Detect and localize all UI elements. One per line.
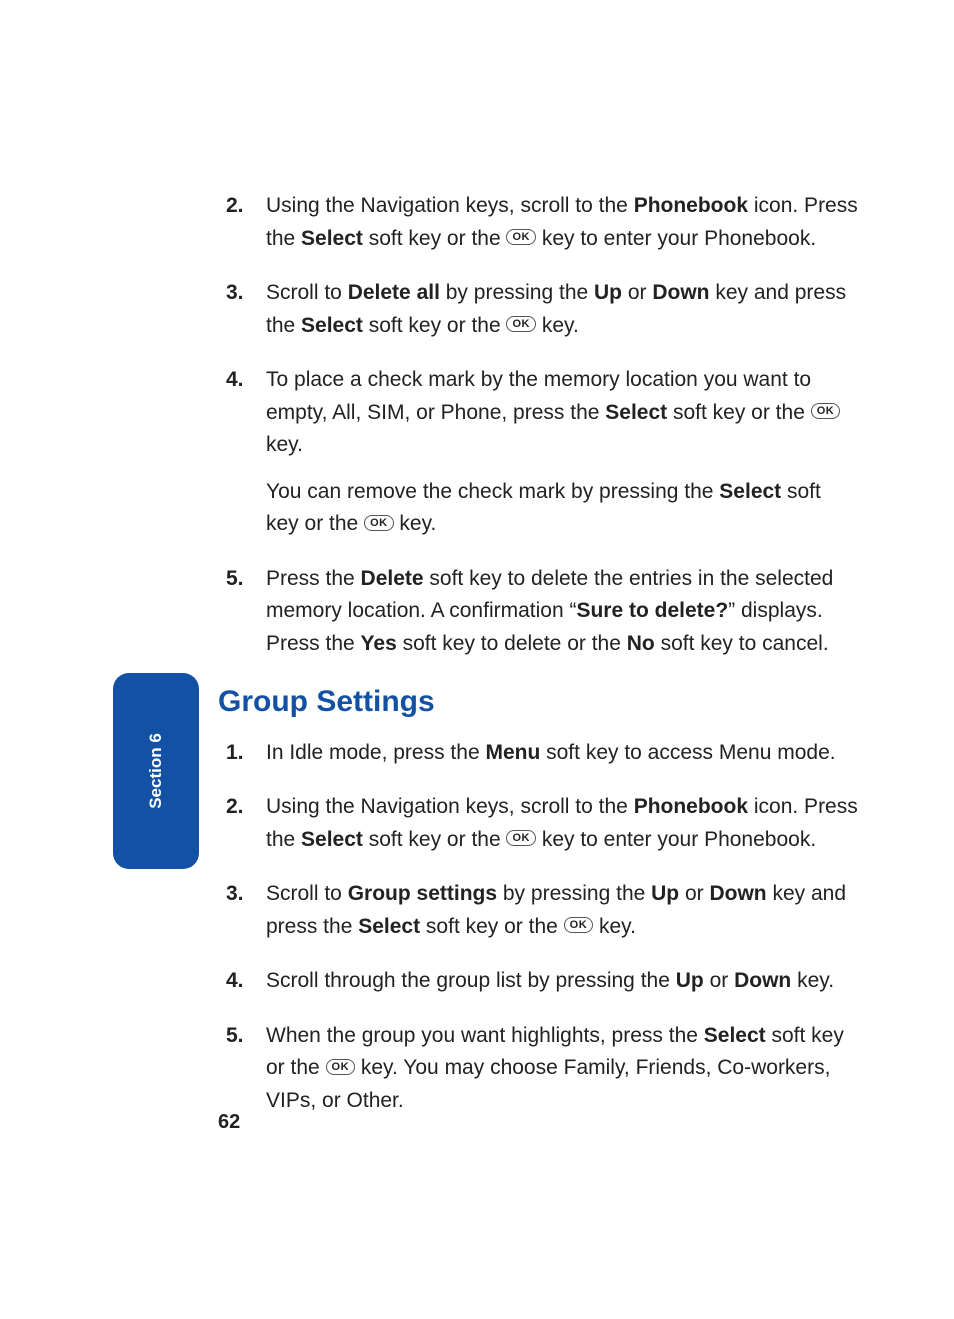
body-text: key to enter your Phonebook. [536,227,816,250]
bold-text: Select [301,227,363,250]
list-item: 4.To place a check mark by the memory lo… [266,364,858,541]
list-item: 5.Press the Delete soft key to delete th… [266,563,858,661]
body-text: key. [536,314,579,337]
bold-text: Select [719,480,781,503]
list-item-number: 2. [226,791,244,824]
list-item-body: Press the Delete soft key to delete the … [266,563,858,661]
bold-text: No [627,632,655,655]
body-text: In Idle mode, press the [266,741,485,764]
list-item: 4.Scroll through the group list by press… [266,965,858,998]
bold-text: Phonebook [634,795,748,818]
body-text: Scroll to [266,281,348,304]
bold-text: Group settings [348,882,497,905]
instruction-list-bottom: 1. In Idle mode, press the Menu soft key … [218,737,858,1118]
list-item: 2.Using the Navigation keys, scroll to t… [266,190,858,255]
body-text: key. [266,433,303,456]
section-side-tab: Section 6 [113,673,199,869]
bold-text: Yes [361,632,397,655]
bold-text: Phonebook [634,194,748,217]
ok-key-icon: OK [506,830,536,846]
body-text: Scroll to [266,882,348,905]
list-item-number: 3. [226,878,244,911]
body-text: soft key or the [363,227,507,250]
bold-text: Up [594,281,622,304]
bold-text: Up [651,882,679,905]
list-item-body: Using the Navigation keys, scroll to the… [266,791,858,856]
bold-text: Down [709,882,766,905]
list-item-body: Scroll to Delete all by pressing the Up … [266,277,858,342]
bold-text: Delete [361,567,424,590]
body-text: When the group you want highlights, pres… [266,1024,704,1047]
ok-key-icon: OK [811,403,841,419]
body-text: Using the Navigation keys, scroll to the [266,795,634,818]
list-item: 2.Using the Navigation keys, scroll to t… [266,791,858,856]
body-text: soft key to access Menu mode. [540,741,835,764]
body-text: key. [394,512,437,535]
list-item-body: Scroll through the group list by pressin… [266,965,858,998]
list-item-number: 1. [226,737,244,770]
body-text: Press the [266,567,361,590]
ok-key-icon: OK [364,515,394,531]
list-item-body: Using the Navigation keys, scroll to the… [266,190,858,255]
body-text: soft key or the [363,828,507,851]
body-text: by pressing the [440,281,594,304]
list-item-body: In Idle mode, press the Menu soft key to… [266,737,858,770]
list-item-body: When the group you want highlights, pres… [266,1020,858,1118]
ok-key-icon: OK [326,1059,356,1075]
body-text: or [704,969,734,992]
list-item: 3.Scroll to Delete all by pressing the U… [266,277,858,342]
body-text: soft key to delete or the [397,632,627,655]
list-item-number: 4. [226,364,244,397]
list-item-number: 2. [226,190,244,223]
body-text: or [679,882,709,905]
body-text: by pressing the [497,882,651,905]
body-text: soft key or the [420,915,564,938]
body-text: You can remove the check mark by pressin… [266,480,719,503]
bold-text: Delete all [348,281,440,304]
bold-text: Up [676,969,704,992]
bold-text: Select [605,401,667,424]
body-text: key. [791,969,834,992]
bold-text: Down [734,969,791,992]
body-text: Scroll through the group list by pressin… [266,969,676,992]
list-item: 5.When the group you want highlights, pr… [266,1020,858,1118]
list-item-number: 5. [226,563,244,596]
bold-text: Sure to delete? [576,599,728,622]
ok-key-icon: OK [564,917,594,933]
body-text: soft key or the [363,314,507,337]
bold-text: Select [704,1024,766,1047]
page-number: 62 [218,1111,240,1134]
list-item: 1.In Idle mode, press the Menu soft key … [266,737,858,770]
list-item: 3.Scroll to Group settings by pressing t… [266,878,858,943]
body-text: or [622,281,652,304]
list-item-number: 5. [226,1020,244,1053]
body-text: soft key or the [667,401,811,424]
bold-text: Select [301,314,363,337]
list-item-body: To place a check mark by the memory loca… [266,364,858,462]
ok-key-icon: OK [506,316,536,332]
ok-key-icon: OK [506,229,536,245]
section-side-tab-label: Section 6 [146,733,166,809]
section-heading: Group Settings [218,685,858,719]
list-item-body: Scroll to Group settings by pressing the… [266,878,858,943]
bold-text: Menu [485,741,540,764]
bold-text: Down [652,281,709,304]
body-text: Using the Navigation keys, scroll to the [266,194,634,217]
list-item-extra: You can remove the check mark by pressin… [266,476,858,541]
body-text: key. [593,915,636,938]
page-content: 2. Using the Navigation keys, scroll to t… [218,190,858,1139]
instruction-list-top: 2. Using the Navigation keys, scroll to t… [218,190,858,661]
body-text: soft key to cancel. [655,632,829,655]
bold-text: Select [301,828,363,851]
body-text: key to enter your Phonebook. [536,828,816,851]
list-item-number: 4. [226,965,244,998]
bold-text: Select [358,915,420,938]
list-item-number: 3. [226,277,244,310]
